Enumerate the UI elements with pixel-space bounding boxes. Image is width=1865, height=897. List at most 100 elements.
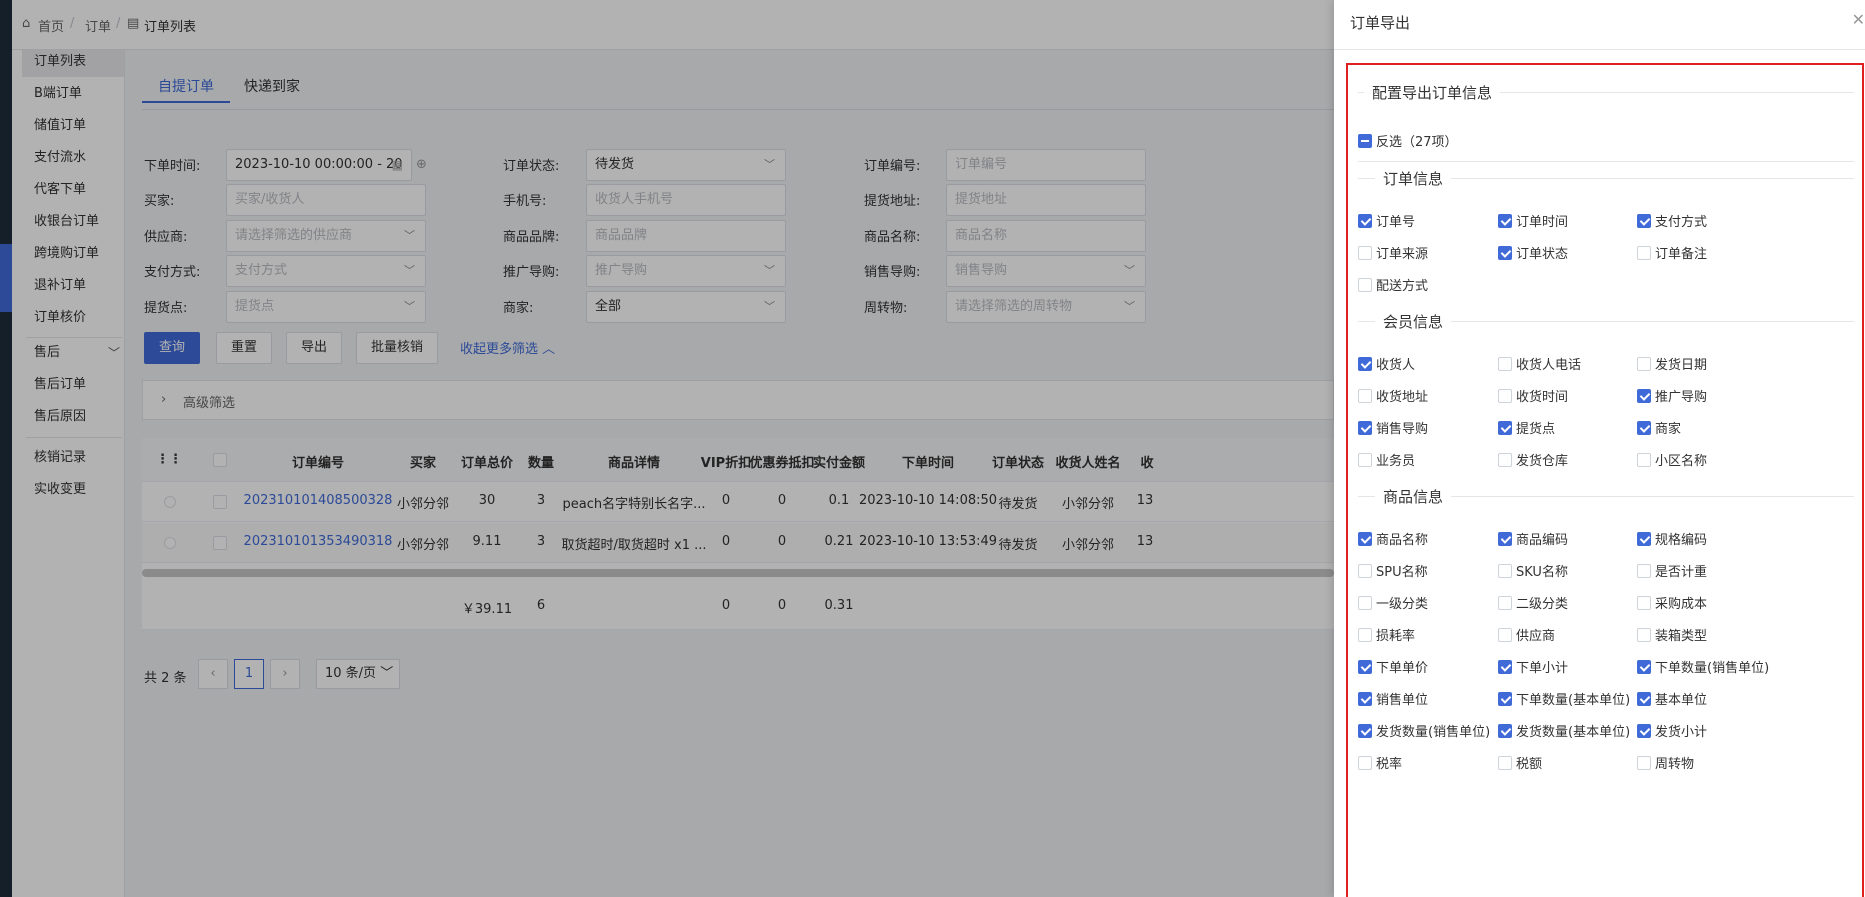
checked-checkbox-icon	[1498, 724, 1512, 738]
export-field-checkbox[interactable]: 损耗率	[1358, 625, 1415, 644]
export-field-label: 基本单位	[1655, 693, 1708, 708]
unchecked-checkbox-icon	[1637, 628, 1651, 642]
export-field-checkbox[interactable]: 发货仓库	[1498, 450, 1569, 469]
export-field-label: 周转物	[1655, 757, 1695, 772]
export-field-checkbox[interactable]: 商品名称	[1358, 529, 1428, 548]
unchecked-checkbox-icon	[1358, 628, 1372, 642]
export-field-label: 订单备注	[1655, 247, 1708, 262]
export-field-checkbox[interactable]: 发货小计	[1637, 721, 1707, 740]
drawer-title: 订单导出	[1350, 14, 1411, 32]
export-config-panel: 配置导出订单信息 反选（27项） 订单信息 订单号 订单时间 支付方式 订单来源 订单状态…	[1346, 63, 1864, 897]
unchecked-checkbox-icon	[1498, 596, 1512, 610]
export-field-label: 下单数量(销售单位)	[1655, 661, 1770, 676]
export-field-checkbox[interactable]: 订单号	[1358, 211, 1415, 230]
export-field-checkbox[interactable]: 配送方式	[1358, 275, 1429, 294]
export-field-label: 订单状态	[1516, 247, 1569, 262]
unchecked-checkbox-icon	[1498, 756, 1512, 770]
export-field-checkbox[interactable]: 小区名称	[1637, 450, 1708, 469]
export-field-label: 采购成本	[1655, 597, 1708, 612]
export-field-checkbox[interactable]: 采购成本	[1637, 593, 1708, 612]
drawer-divider	[1334, 49, 1865, 50]
export-field-checkbox[interactable]: 税率	[1358, 753, 1403, 772]
export-field-checkbox[interactable]: 订单来源	[1358, 243, 1428, 262]
export-field-checkbox[interactable]: 供应商	[1498, 625, 1555, 644]
export-field-checkbox[interactable]: 收货时间	[1498, 386, 1568, 405]
export-field-checkbox[interactable]: 商家	[1637, 418, 1681, 437]
export-field-checkbox[interactable]: SKU名称	[1498, 561, 1568, 580]
unchecked-checkbox-icon	[1637, 357, 1651, 371]
export-field-checkbox[interactable]: 基本单位	[1637, 689, 1708, 708]
unchecked-checkbox-icon	[1498, 564, 1512, 578]
export-field-label: 下单单价	[1376, 661, 1429, 676]
invert-selection-checkbox[interactable]: 反选（27项）	[1358, 131, 1458, 150]
export-field-label: 税率	[1376, 757, 1403, 772]
export-field-checkbox[interactable]: 收货地址	[1358, 386, 1428, 405]
export-field-checkbox[interactable]: SPU名称	[1358, 561, 1428, 580]
unchecked-checkbox-icon	[1358, 596, 1372, 610]
checked-checkbox-icon	[1358, 724, 1372, 738]
unchecked-checkbox-icon	[1358, 756, 1372, 770]
export-field-label: 收货人	[1376, 358, 1416, 373]
export-field-checkbox[interactable]: 是否计重	[1637, 561, 1707, 580]
indeterminate-checkbox-icon	[1358, 134, 1372, 148]
export-field-checkbox[interactable]: 下单单价	[1358, 657, 1429, 676]
export-field-checkbox[interactable]: 商品编码	[1498, 529, 1569, 548]
export-field-checkbox[interactable]: 提货点	[1498, 418, 1555, 437]
export-field-checkbox[interactable]: 订单时间	[1498, 211, 1569, 230]
checked-checkbox-icon	[1358, 421, 1372, 435]
export-field-checkbox[interactable]: 税额	[1498, 753, 1542, 772]
export-field-checkbox[interactable]: 支付方式	[1637, 211, 1707, 230]
export-field-label: SPU名称	[1376, 565, 1428, 580]
export-field-label: 订单时间	[1516, 215, 1569, 230]
close-icon[interactable]: ✕	[1852, 10, 1865, 29]
checked-checkbox-icon	[1358, 692, 1372, 706]
export-field-checkbox[interactable]: 销售单位	[1358, 689, 1429, 708]
unchecked-checkbox-icon	[1637, 756, 1651, 770]
export-field-label: 小区名称	[1655, 454, 1708, 469]
export-field-checkbox[interactable]: 销售导购	[1358, 418, 1429, 437]
export-field-checkbox[interactable]: 收货人电话	[1498, 354, 1581, 373]
export-field-checkbox[interactable]: 发货日期	[1637, 354, 1707, 373]
config-title: 配置导出订单信息	[1364, 82, 1501, 103]
export-field-label: 发货仓库	[1516, 454, 1569, 469]
export-field-checkbox[interactable]: 下单数量(基本单位)	[1498, 689, 1630, 708]
unchecked-checkbox-icon	[1637, 564, 1651, 578]
checked-checkbox-icon	[1637, 214, 1651, 228]
checked-checkbox-icon	[1498, 246, 1512, 260]
export-field-label: 一级分类	[1376, 597, 1429, 612]
export-field-label: SKU名称	[1516, 565, 1568, 580]
export-field-checkbox[interactable]: 发货数量(销售单位)	[1358, 721, 1490, 740]
unchecked-checkbox-icon	[1358, 564, 1372, 578]
checked-checkbox-icon	[1358, 214, 1372, 228]
export-field-checkbox[interactable]: 周转物	[1637, 753, 1695, 772]
export-field-label: 销售单位	[1376, 693, 1429, 708]
export-field-label: 装箱类型	[1655, 629, 1708, 644]
checked-checkbox-icon	[1637, 532, 1651, 546]
export-field-checkbox[interactable]: 发货数量(基本单位)	[1498, 721, 1630, 740]
export-field-checkbox[interactable]: 订单状态	[1498, 243, 1569, 262]
unchecked-checkbox-icon	[1358, 389, 1372, 403]
export-field-label: 商品编码	[1516, 533, 1569, 548]
export-field-checkbox[interactable]: 业务员	[1358, 450, 1415, 469]
unchecked-checkbox-icon	[1358, 453, 1372, 467]
export-field-checkbox[interactable]: 规格编码	[1637, 529, 1707, 548]
unchecked-checkbox-icon	[1498, 453, 1512, 467]
export-field-checkbox[interactable]: 二级分类	[1498, 593, 1568, 612]
checked-checkbox-icon	[1637, 724, 1651, 738]
export-field-checkbox[interactable]: 收货人	[1358, 354, 1416, 373]
export-field-label: 销售导购	[1376, 422, 1429, 437]
export-field-checkbox[interactable]: 下单数量(销售单位)	[1637, 657, 1770, 676]
export-field-checkbox[interactable]: 一级分类	[1358, 593, 1429, 612]
checked-checkbox-icon	[1358, 357, 1372, 371]
export-field-checkbox[interactable]: 订单备注	[1637, 243, 1708, 262]
export-field-checkbox[interactable]: 推广导购	[1637, 386, 1707, 405]
export-field-checkbox[interactable]: 装箱类型	[1637, 625, 1708, 644]
section-line	[1358, 161, 1854, 162]
unchecked-checkbox-icon	[1637, 596, 1651, 610]
unchecked-checkbox-icon	[1358, 278, 1372, 292]
checked-checkbox-icon	[1498, 660, 1512, 674]
modal-overlay[interactable]	[0, 0, 1334, 897]
checked-checkbox-icon	[1358, 532, 1372, 546]
export-field-label: 配送方式	[1376, 279, 1429, 294]
export-field-checkbox[interactable]: 下单小计	[1498, 657, 1568, 676]
